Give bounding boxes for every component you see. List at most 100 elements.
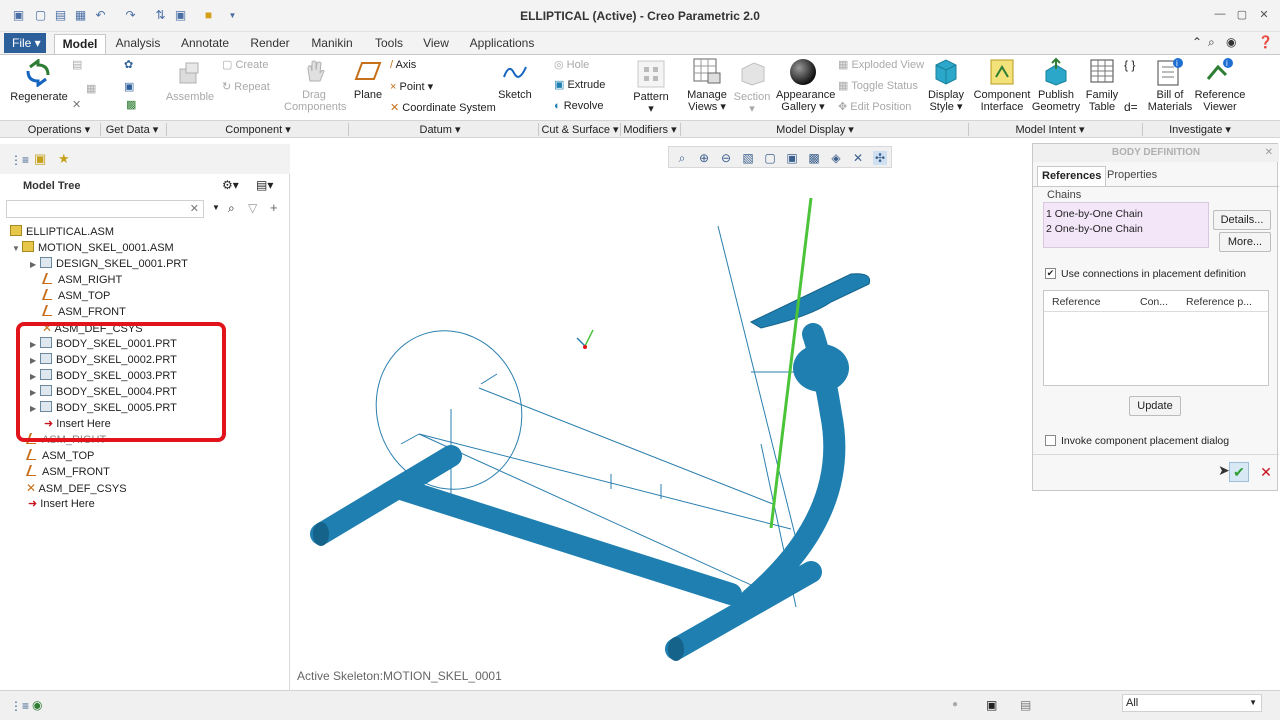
point-button[interactable]: × Point ▾ <box>390 81 433 93</box>
maximize-button[interactable]: ▢ <box>1234 8 1250 22</box>
create-button[interactable]: ▢ Create <box>222 59 268 71</box>
help-icon[interactable]: ◉ <box>1226 35 1236 49</box>
reorient-icon[interactable]: ▢ <box>763 151 777 165</box>
tree-item-motion-skel-asm[interactable]: ▼ MOTION_SKEL_0001.ASM <box>12 240 174 256</box>
toggle-status-button[interactable]: ▦ Toggle Status <box>838 80 918 92</box>
references-table[interactable]: Reference Con... Reference p... <box>1043 290 1269 386</box>
ok-check-icon[interactable]: ✔ <box>1229 462 1249 482</box>
tab-view[interactable]: View <box>418 34 454 54</box>
coordinate-system-button[interactable]: ✕ Coordinate System <box>390 102 496 114</box>
pattern-button[interactable]: Pattern ▾ <box>630 91 672 115</box>
group-get-data[interactable]: Get Data ▾ <box>102 123 162 136</box>
table-header-reference[interactable]: Reference <box>1052 296 1100 308</box>
edit-position-button[interactable]: ✥ Edit Position <box>838 101 911 113</box>
display-style-button[interactable]: Display Style ▾ <box>924 89 968 113</box>
browser-icon[interactable]: ◉ <box>32 698 42 712</box>
folder-browser-tab-icon[interactable]: ▣ <box>34 151 46 167</box>
repeat-button[interactable]: ↻ Repeat <box>222 81 270 93</box>
zoom-in-icon[interactable]: ⊕ <box>697 151 711 165</box>
tree-item-asm-front[interactable]: ASM_FRONT <box>41 304 126 320</box>
datum-display-icon[interactable]: ✕ <box>851 151 865 165</box>
axis-button[interactable]: / Axis <box>390 59 416 71</box>
spin-center-icon[interactable]: ✣ <box>873 151 887 165</box>
appearance-gallery-button[interactable]: Appearance Gallery ▾ <box>776 89 835 113</box>
tree-item-asm-top-top[interactable]: ASM_TOP <box>25 448 94 464</box>
favorites-tab-icon[interactable]: ★ <box>58 151 70 167</box>
cancel-x-icon[interactable]: ✕ <box>1257 462 1275 482</box>
use-connections-checkbox[interactable]: ✔ <box>1045 268 1056 279</box>
expand-icon[interactable]: ▶ <box>30 257 40 273</box>
find-icon[interactable]: ⌕ <box>228 201 235 216</box>
add-column-icon[interactable]: + <box>270 200 278 215</box>
group-operations[interactable]: Operations ▾ <box>14 123 104 136</box>
dialog-close-icon[interactable]: ✕ <box>1265 147 1273 158</box>
collapse-ribbon-icon[interactable]: ⌃ <box>1192 35 1202 49</box>
revolve-button[interactable]: ◐ Revolve <box>554 100 603 112</box>
selection-buffer-icon[interactable]: ▤ <box>1020 698 1031 712</box>
details-button[interactable]: Details... <box>1213 210 1271 230</box>
user-defined-feature-icon[interactable]: ✿ <box>124 59 133 71</box>
copy-geometry-icon[interactable]: ▣ <box>124 81 134 93</box>
elliptical-model-view[interactable] <box>291 144 1032 690</box>
parameters-icon[interactable]: d= <box>1124 101 1138 113</box>
group-model-intent[interactable]: Model Intent ▾ <box>1000 123 1100 136</box>
tab-applications[interactable]: Applications <box>462 34 542 54</box>
tab-render[interactable]: Render <box>244 34 296 54</box>
refit-icon[interactable]: ⌕ <box>675 151 689 165</box>
table-header-reference-part[interactable]: Reference p... <box>1186 296 1252 308</box>
tab-references[interactable]: References <box>1037 166 1107 186</box>
minimize-button[interactable]: — <box>1212 8 1228 22</box>
tree-item-asm-right[interactable]: ASM_RIGHT <box>41 272 122 288</box>
filter-icon[interactable]: ▽ <box>248 201 257 215</box>
assemble-button[interactable]: Assemble <box>164 91 216 103</box>
regenerate-button[interactable]: Regenerate <box>8 91 70 103</box>
component-interface-button[interactable]: Component Interface <box>972 89 1032 113</box>
exploded-view-button[interactable]: ▦ Exploded View <box>838 59 924 71</box>
tree-item-asm-front-top[interactable]: ASM_FRONT <box>25 464 110 480</box>
section-button[interactable]: Section ▾ <box>732 91 772 115</box>
family-table-button[interactable]: Family Table <box>1082 89 1122 113</box>
reference-viewer-button[interactable]: Reference Viewer <box>1194 89 1246 113</box>
chains-list[interactable]: 1 One-by-One Chain 2 One-by-One Chain <box>1043 202 1209 248</box>
sketch-button[interactable]: Sketch <box>496 89 534 101</box>
zoom-out-icon[interactable]: ⊖ <box>719 151 733 165</box>
update-button[interactable]: Update <box>1129 396 1181 416</box>
bill-of-materials-button[interactable]: Bill of Materials <box>1144 89 1196 113</box>
table-header-connection[interactable]: Con... <box>1140 296 1168 308</box>
tree-show-icon[interactable]: ▤▾ <box>256 178 273 192</box>
group-modifiers[interactable]: Modifiers ▾ <box>622 123 678 136</box>
delete-icon[interactable]: ✕ <box>72 99 81 111</box>
tree-item-elliptical-asm[interactable]: ELLIPTICAL.ASM <box>10 224 114 240</box>
tab-analysis[interactable]: Analysis <box>110 34 166 54</box>
tree-search-input[interactable]: ✕ <box>6 200 204 218</box>
drag-components-button[interactable]: Drag Components <box>284 89 346 113</box>
tree-item-asm-def-csys-top[interactable]: ✕ ASM_DEF_CSYS <box>26 480 127 496</box>
search-icon[interactable]: ⌕ <box>1208 35 1215 50</box>
view-manager-icon[interactable]: ▩ <box>807 151 821 165</box>
manage-views-button[interactable]: Manage Views ▾ <box>684 89 730 113</box>
selection-filter-select[interactable]: All ▼ <box>1122 694 1262 712</box>
close-window-button[interactable]: ✕ <box>1256 8 1272 22</box>
collapse-icon[interactable]: ▼ <box>12 241 22 257</box>
search-dropdown-icon[interactable]: ▼ <box>212 203 220 212</box>
clear-search-icon[interactable]: ✕ <box>190 202 199 215</box>
tab-model[interactable]: Model <box>54 34 106 54</box>
group-investigate[interactable]: Investigate ▾ <box>1160 123 1240 136</box>
chain-item[interactable]: 2 One-by-One Chain <box>1046 223 1143 235</box>
tab-manikin[interactable]: Manikin <box>304 34 360 54</box>
group-component[interactable]: Component ▾ <box>198 123 318 136</box>
hole-button[interactable]: ◎ Hole <box>554 59 589 71</box>
saved-orientations-icon[interactable]: ▣ <box>785 151 799 165</box>
file-menu-button[interactable]: File ▾ <box>4 33 46 53</box>
plane-button[interactable]: Plane <box>352 89 384 101</box>
more-button[interactable]: More... <box>1219 232 1271 252</box>
model-tree-tab-icon[interactable]: ⋮≡ <box>10 153 29 167</box>
extrude-button[interactable]: ▣ Extrude <box>554 79 605 91</box>
repaint-icon[interactable]: ▧ <box>741 151 755 165</box>
tab-tools[interactable]: Tools <box>368 34 410 54</box>
group-datum[interactable]: Datum ▾ <box>400 123 480 136</box>
tree-item-asm-top[interactable]: ASM_TOP <box>41 288 110 304</box>
publish-geometry-button[interactable]: Publish Geometry <box>1030 89 1082 113</box>
group-cut-surface[interactable]: Cut & Surface ▾ <box>540 123 620 136</box>
group-model-display[interactable]: Model Display ▾ <box>760 123 870 136</box>
